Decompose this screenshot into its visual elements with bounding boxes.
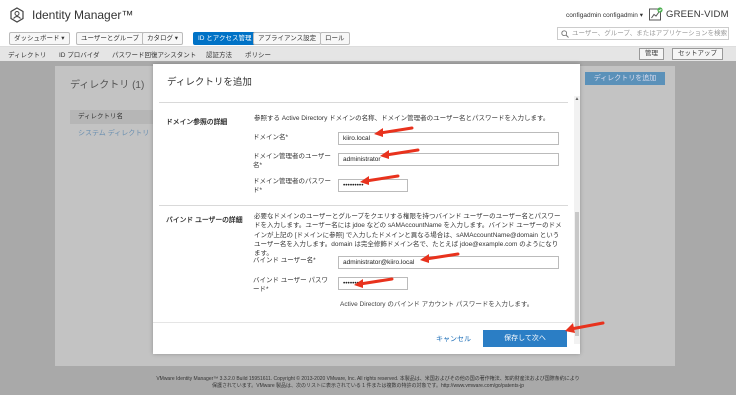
directory-name-column-header: ディレクトリ名 (70, 110, 160, 124)
domain-name-label: ドメイン名* (253, 134, 289, 141)
section-divider (159, 205, 568, 206)
app-header: Identity Manager™ configadmin configadmi… (0, 0, 736, 30)
bind-password-label: バインド ユーザー パスワード* (253, 277, 328, 293)
annotation-arrow-icon (380, 148, 420, 159)
bind-section-description: 必要なドメインのユーザーとグループをクエリする権限を持つバインド ユーザーのユー… (254, 213, 562, 258)
sub-navigation: ディレクトリ ID プロバイダ パスワード回復アシスタント 認証方法 ポリシー … (0, 47, 736, 61)
tab-users-groups[interactable]: ユーザーとグループ (76, 32, 144, 45)
footer-line-2: 保護されています。VMware 製品は、次のリストに表示されている 1 件または… (211, 383, 525, 389)
bind-section-label: バインド ユーザーの詳細 (166, 217, 243, 224)
annotation-arrow-icon (374, 126, 414, 137)
tenant-chart-icon (649, 7, 663, 21)
tab-appliance-settings[interactable]: アプライアンス設定 (253, 32, 322, 45)
tab-roles[interactable]: ロール (320, 32, 350, 45)
tenant-name: GREEN-VIDM (666, 9, 729, 20)
subnav-policies[interactable]: ポリシー (245, 49, 271, 59)
scroll-thumb[interactable] (575, 212, 579, 336)
user-menu[interactable]: configadmin configadmin ▾ (566, 11, 643, 19)
manage-button[interactable]: 管理 (639, 48, 664, 60)
subnav-auth-methods[interactable]: 認証方法 (206, 49, 232, 59)
tab-dashboard[interactable]: ダッシュボード ▾ (9, 32, 70, 45)
add-directory-button[interactable]: ディレクトリを追加 (585, 72, 665, 85)
app-title: Identity Manager™ (32, 8, 134, 22)
add-directory-dialog: ディレクトリを追加 ドメイン参照の詳細 参照する Active Director… (153, 64, 580, 354)
cancel-button[interactable]: キャンセル (436, 334, 471, 344)
setup-button[interactable]: セットアップ (672, 48, 723, 60)
bind-username-label: バインド ユーザー名* (253, 257, 316, 264)
dialog-scrollbar[interactable]: ▲ (574, 96, 580, 344)
divider (159, 102, 568, 103)
domain-section-description: 参照する Active Directory ドメインの名称、ドメイン管理者のユー… (254, 115, 550, 122)
annotation-arrow-icon (360, 174, 400, 185)
footer-copyright: VMware Identity Manager™ 3.3.2.0 Build 1… (0, 371, 736, 395)
subnav-identity-providers[interactable]: ID プロバイダ (59, 49, 100, 59)
footer-line-1: VMware Identity Manager™ 3.3.2.0 Build 1… (156, 376, 580, 382)
tab-identity-access[interactable]: ID とアクセス管理 (193, 32, 257, 45)
scroll-up-arrow-icon[interactable]: ▲ (574, 96, 580, 102)
dialog-title: ディレクトリを追加 (167, 77, 252, 88)
annotation-arrow-icon (565, 321, 605, 333)
tab-catalog[interactable]: カタログ ▾ (142, 32, 184, 45)
subnav-directories[interactable]: ディレクトリ (8, 49, 47, 59)
save-and-next-button[interactable]: 保存して次へ (483, 330, 567, 347)
domain-admin-password-label: ドメイン管理者のパスワード* (253, 178, 331, 194)
domain-section-label: ドメイン参照の詳細 (166, 119, 228, 126)
bind-password-help: Active Directory のバインド アカウント パスワードを入力します… (340, 301, 534, 308)
subnav-password-recovery[interactable]: パスワード回復アシスタント (112, 49, 196, 59)
annotation-arrow-icon (420, 252, 460, 263)
search-icon (561, 30, 569, 38)
search-input[interactable]: ユーザー、グループ、またはアプリケーションを検索 (557, 27, 729, 40)
search-placeholder: ユーザー、グループ、またはアプリケーションを検索 (572, 30, 728, 37)
annotation-arrow-icon (354, 277, 394, 288)
dialog-footer: キャンセル 保存して次へ (153, 322, 574, 354)
identity-manager-logo-icon (10, 7, 24, 23)
domain-admin-username-label: ドメイン管理者のユーザー名* (253, 153, 331, 169)
system-directory-link[interactable]: システム ディレクトリ (70, 128, 149, 138)
domain-admin-username-field[interactable]: administrator (338, 153, 559, 166)
directories-count-title: ディレクトリ (1) (70, 80, 145, 91)
